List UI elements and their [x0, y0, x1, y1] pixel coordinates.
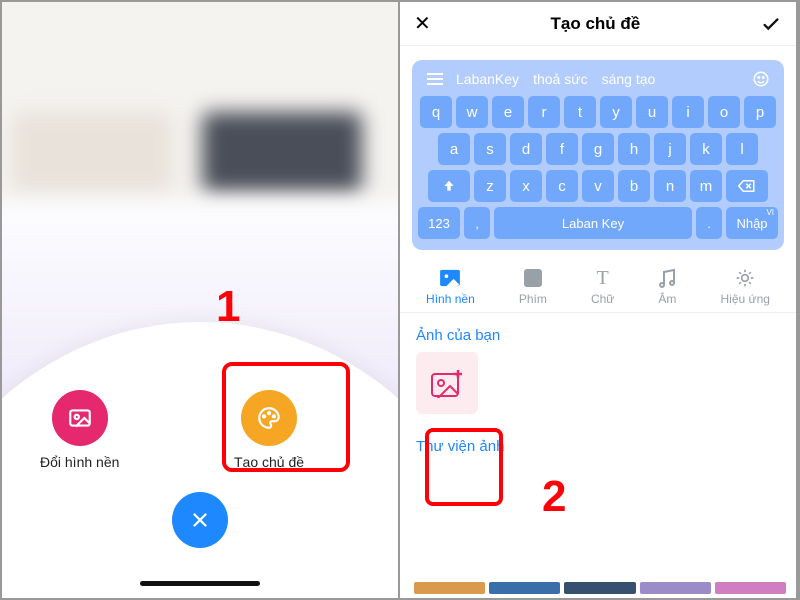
key-row: q w e r t y u i o p — [418, 96, 778, 128]
palette-icon — [241, 390, 297, 446]
tab-effects[interactable]: Hiệu ứng — [721, 266, 770, 306]
space-key[interactable]: Laban Key — [494, 207, 692, 239]
key[interactable]: p — [744, 96, 776, 128]
key[interactable]: m — [690, 170, 722, 202]
key[interactable]: a — [438, 133, 470, 165]
key[interactable]: q — [420, 96, 452, 128]
section-your-photos: Ảnh của bạn — [400, 313, 796, 352]
tab-background[interactable]: Hình nền — [426, 266, 475, 306]
blur-thumb — [202, 112, 362, 192]
key[interactable]: j — [654, 133, 686, 165]
screenshot-left: Đổi hình nền Tạo chủ đề 1 — [2, 2, 400, 598]
key[interactable]: e — [492, 96, 524, 128]
key[interactable]: f — [546, 133, 578, 165]
key[interactable]: d — [510, 133, 542, 165]
menu-icon[interactable] — [424, 72, 446, 86]
backspace-key[interactable] — [726, 170, 768, 202]
key[interactable]: o — [708, 96, 740, 128]
shift-key[interactable] — [428, 170, 470, 202]
brightness-icon — [721, 266, 770, 290]
change-background-option[interactable]: Đổi hình nền — [40, 390, 119, 470]
tab-sound[interactable]: Âm — [658, 266, 676, 306]
image-icon — [426, 266, 475, 290]
close-icon[interactable]: ✕ — [414, 11, 431, 36]
square-icon — [519, 266, 547, 290]
option-label: Tạo chủ đề — [234, 454, 304, 470]
tab-text[interactable]: T Chữ — [591, 266, 614, 306]
lang-badge: VI — [766, 208, 774, 217]
blur-thumb — [12, 112, 172, 192]
key[interactable]: v — [582, 170, 614, 202]
editor-tabs: Hình nền Phím T Chữ Âm — [400, 258, 796, 313]
period-key[interactable]: . — [696, 207, 722, 239]
library-thumbs-peek — [414, 582, 786, 594]
text-icon: T — [591, 266, 614, 290]
key[interactable]: k — [690, 133, 722, 165]
emoji-icon[interactable] — [750, 70, 772, 88]
comma-key[interactable]: , — [464, 207, 490, 239]
confirm-icon[interactable] — [760, 13, 782, 35]
key[interactable]: y — [600, 96, 632, 128]
step-number-1: 1 — [216, 282, 240, 332]
section-library: Thư viện ảnh — [400, 414, 796, 463]
music-icon — [658, 266, 676, 290]
key[interactable]: u — [636, 96, 668, 128]
key[interactable]: r — [528, 96, 560, 128]
image-icon — [52, 390, 108, 446]
key[interactable]: w — [456, 96, 488, 128]
suggestion-bar: LabanKey thoả sức sáng tạo — [418, 68, 778, 96]
option-label: Đổi hình nền — [40, 454, 119, 470]
home-indicator — [140, 581, 260, 586]
key[interactable]: l — [726, 133, 758, 165]
numeric-key[interactable]: 123 — [418, 207, 460, 239]
suggestion-word[interactable]: LabanKey — [456, 71, 519, 87]
key-row: 123 , Laban Key . VI Nhập — [418, 207, 778, 239]
key[interactable]: c — [546, 170, 578, 202]
tab-keys[interactable]: Phím — [519, 266, 547, 306]
editor-header: ✕ Tạo chủ đề — [400, 2, 796, 46]
close-button[interactable] — [172, 492, 228, 548]
page-title: Tạo chủ đề — [551, 14, 641, 34]
key-row: a s d f g h j k l — [418, 133, 778, 165]
key[interactable]: h — [618, 133, 650, 165]
key[interactable]: x — [510, 170, 542, 202]
screenshot-right: ✕ Tạo chủ đề LabanKey thoả sức sáng tạo — [400, 2, 798, 598]
key[interactable]: n — [654, 170, 686, 202]
suggestion-word[interactable]: sáng tạo — [602, 71, 656, 87]
keyboard-preview: LabanKey thoả sức sáng tạo q w e r t y u… — [412, 60, 784, 250]
key[interactable]: t — [564, 96, 596, 128]
enter-key[interactable]: VI Nhập — [726, 207, 778, 239]
key[interactable]: z — [474, 170, 506, 202]
create-theme-option[interactable]: Tạo chủ đề — [234, 390, 304, 470]
key[interactable]: s — [474, 133, 506, 165]
key[interactable]: g — [582, 133, 614, 165]
suggestion-word[interactable]: thoả sức — [533, 71, 588, 87]
key[interactable]: b — [618, 170, 650, 202]
key[interactable]: i — [672, 96, 704, 128]
key-row: z x c v b n m — [418, 170, 778, 202]
add-photo-button[interactable] — [416, 352, 478, 414]
step-number-2: 2 — [542, 472, 566, 522]
